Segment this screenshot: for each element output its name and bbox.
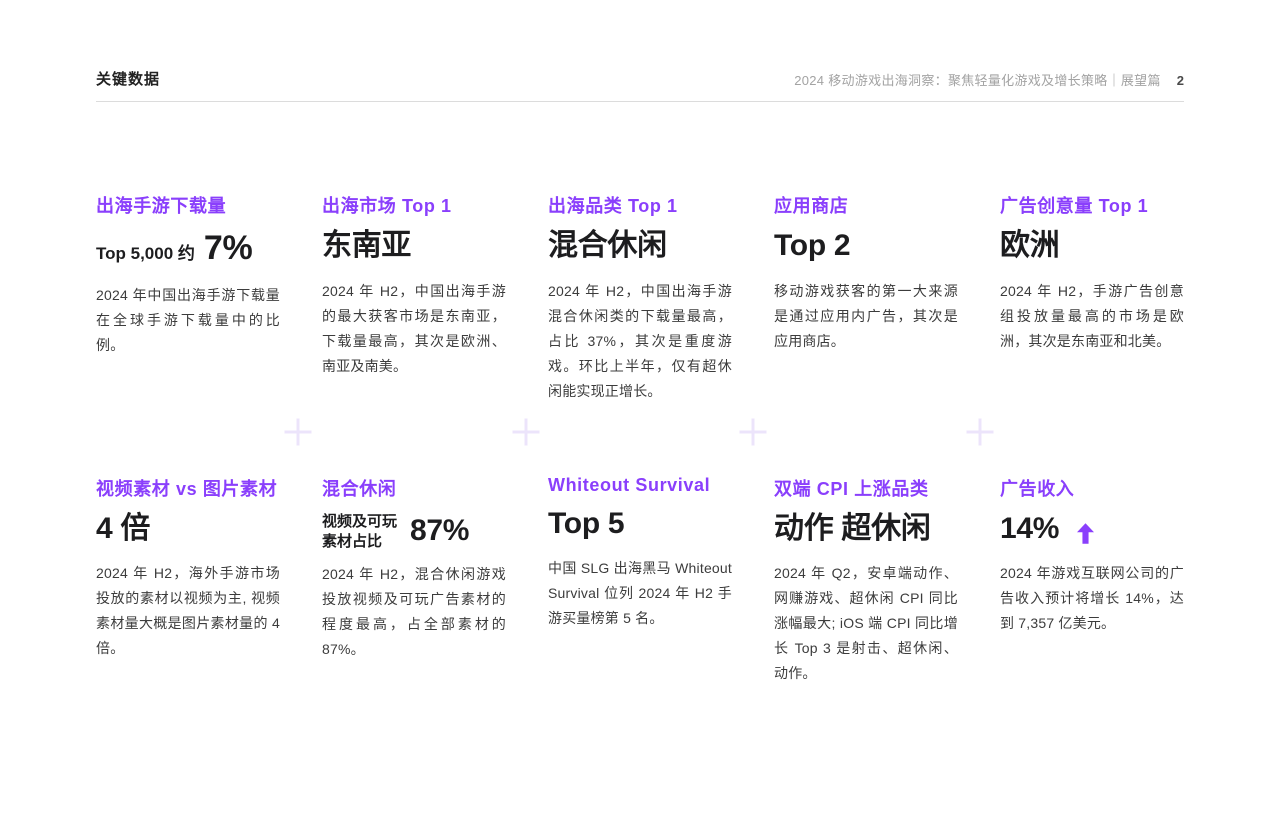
card-description: 2024 年中国出海手游下载量在全球手游下载量中的比例。: [96, 283, 280, 358]
stat-card-top-genre: 出海品类 Top 1 混合休闲 2024 年 H2，中国出海手游混合休闲类的下载…: [548, 192, 732, 404]
card-value-number: 7%: [204, 229, 253, 268]
card-label: 混合休闲: [322, 475, 506, 501]
card-value-prefix-line1: 视频及可玩: [322, 512, 397, 532]
card-value: 动作 超休闲: [774, 512, 958, 547]
stat-card-ad-creatives: 广告创意量 Top 1 欧洲 2024 年 H2，手游广告创意组投放量最高的市场…: [1000, 192, 1184, 404]
card-value: 东南亚: [322, 229, 506, 264]
stat-card-app-store: 应用商店 Top 2 移动游戏获客的第一大来源是通过应用内广告，其次是应用商店。: [774, 192, 958, 404]
stat-card-downloads: 出海手游下载量 Top 5,000 约 7% 2024 年中国出海手游下载量在全…: [96, 192, 280, 404]
stats-grid: 出海手游下载量 Top 5,000 约 7% 2024 年中国出海手游下载量在全…: [96, 102, 1184, 686]
card-description: 2024 年 H2，海外手游市场投放的素材以视频为主, 视频素材量大概是图片素材…: [96, 561, 280, 661]
card-description: 2024 年 H2，混合休闲游戏投放视频及可玩广告素材的程度最高，占全部素材的 …: [322, 562, 506, 662]
doc-title: 2024 移动游戏出海洞察：聚焦轻量化游戏及增长策略｜展望篇: [794, 70, 1161, 89]
card-label: 双端 CPI 上涨品类: [774, 475, 958, 501]
doc-title-wrap: 2024 移动游戏出海洞察：聚焦轻量化游戏及增长策略｜展望篇 2: [794, 70, 1184, 89]
card-description: 2024 年 Q2，安卓端动作、网赚游戏、超休闲 CPI 同比涨幅最大; iOS…: [774, 561, 958, 686]
card-value: 欧洲: [1000, 229, 1184, 264]
card-description: 移动游戏获客的第一大来源是通过应用内广告，其次是应用商店。: [774, 279, 958, 354]
card-value-prefix-line2: 素材占比: [322, 532, 397, 552]
card-label: 出海市场 Top 1: [322, 192, 506, 218]
card-description: 中国 SLG 出海黑马 Whiteout Survival 位列 2024 年 …: [548, 556, 732, 631]
card-value: Top 2: [774, 229, 958, 264]
stats-row-2: 视频素材 vs 图片素材 4 倍 2024 年 H2，海外手游市场投放的素材以视…: [96, 475, 1184, 687]
stat-card-hybrid-casual-creatives: 混合休闲 视频及可玩 素材占比 87% 2024 年 H2，混合休闲游戏投放视频…: [322, 475, 506, 687]
page-header: 关键数据 2024 移动游戏出海洞察：聚焦轻量化游戏及增长策略｜展望篇 2: [96, 0, 1184, 102]
card-description: 2024 年 H2，中国出海手游混合休闲类的下载量最高，占比 37%，其次是重度…: [548, 279, 732, 404]
stat-card-cpi-rise: 双端 CPI 上涨品类 动作 超休闲 2024 年 Q2，安卓端动作、网赚游戏、…: [774, 475, 958, 687]
card-label: 广告收入: [1000, 475, 1184, 501]
card-value: 4 倍: [96, 512, 280, 547]
card-description: 2024 年游戏互联网公司的广告收入预计将增长 14%，达到 7,357 亿美元…: [1000, 561, 1184, 636]
card-description: 2024 年 H2，中国出海手游的最大获客市场是东南亚，下载量最高，其次是欧洲、…: [322, 279, 506, 379]
arrow-up-icon: [1077, 523, 1094, 544]
card-label: 出海手游下载量: [96, 192, 280, 218]
card-label: 视频素材 vs 图片素材: [96, 475, 280, 501]
stats-row-1: 出海手游下载量 Top 5,000 约 7% 2024 年中国出海手游下载量在全…: [96, 192, 1184, 404]
card-value: 混合休闲: [548, 229, 732, 264]
card-label: 应用商店: [774, 192, 958, 218]
card-value-number: 14%: [1000, 512, 1059, 547]
stat-card-ad-revenue: 广告收入 14% 2024 年游戏互联网公司的广告收入预计将增长 14%，达到 …: [1000, 475, 1184, 687]
page-number: 2: [1177, 73, 1184, 88]
stat-card-top-market: 出海市场 Top 1 东南亚 2024 年 H2，中国出海手游的最大获客市场是东…: [322, 192, 506, 404]
card-value: 14%: [1000, 512, 1184, 547]
card-value: Top 5: [548, 507, 732, 542]
card-value-prefix: Top 5,000 约: [96, 243, 195, 268]
report-page: 关键数据 2024 移动游戏出海洞察：聚焦轻量化游戏及增长策略｜展望篇 2 出海…: [0, 0, 1280, 819]
stat-card-video-vs-image: 视频素材 vs 图片素材 4 倍 2024 年 H2，海外手游市场投放的素材以视…: [96, 475, 280, 687]
card-description: 2024 年 H2，手游广告创意组投放量最高的市场是欧洲，其次是东南亚和北美。: [1000, 279, 1184, 354]
stat-card-whiteout-survival: Whiteout Survival Top 5 中国 SLG 出海黑马 Whit…: [548, 475, 732, 687]
card-value-prefix: 视频及可玩 素材占比: [322, 512, 397, 552]
card-value: Top 5,000 约 7%: [96, 229, 280, 268]
card-value-number: 87%: [410, 514, 469, 549]
card-label: Whiteout Survival: [548, 475, 732, 496]
card-label: 广告创意量 Top 1: [1000, 192, 1184, 218]
section-title: 关键数据: [96, 68, 160, 89]
card-label: 出海品类 Top 1: [548, 192, 732, 218]
card-value: 视频及可玩 素材占比 87%: [322, 512, 506, 552]
